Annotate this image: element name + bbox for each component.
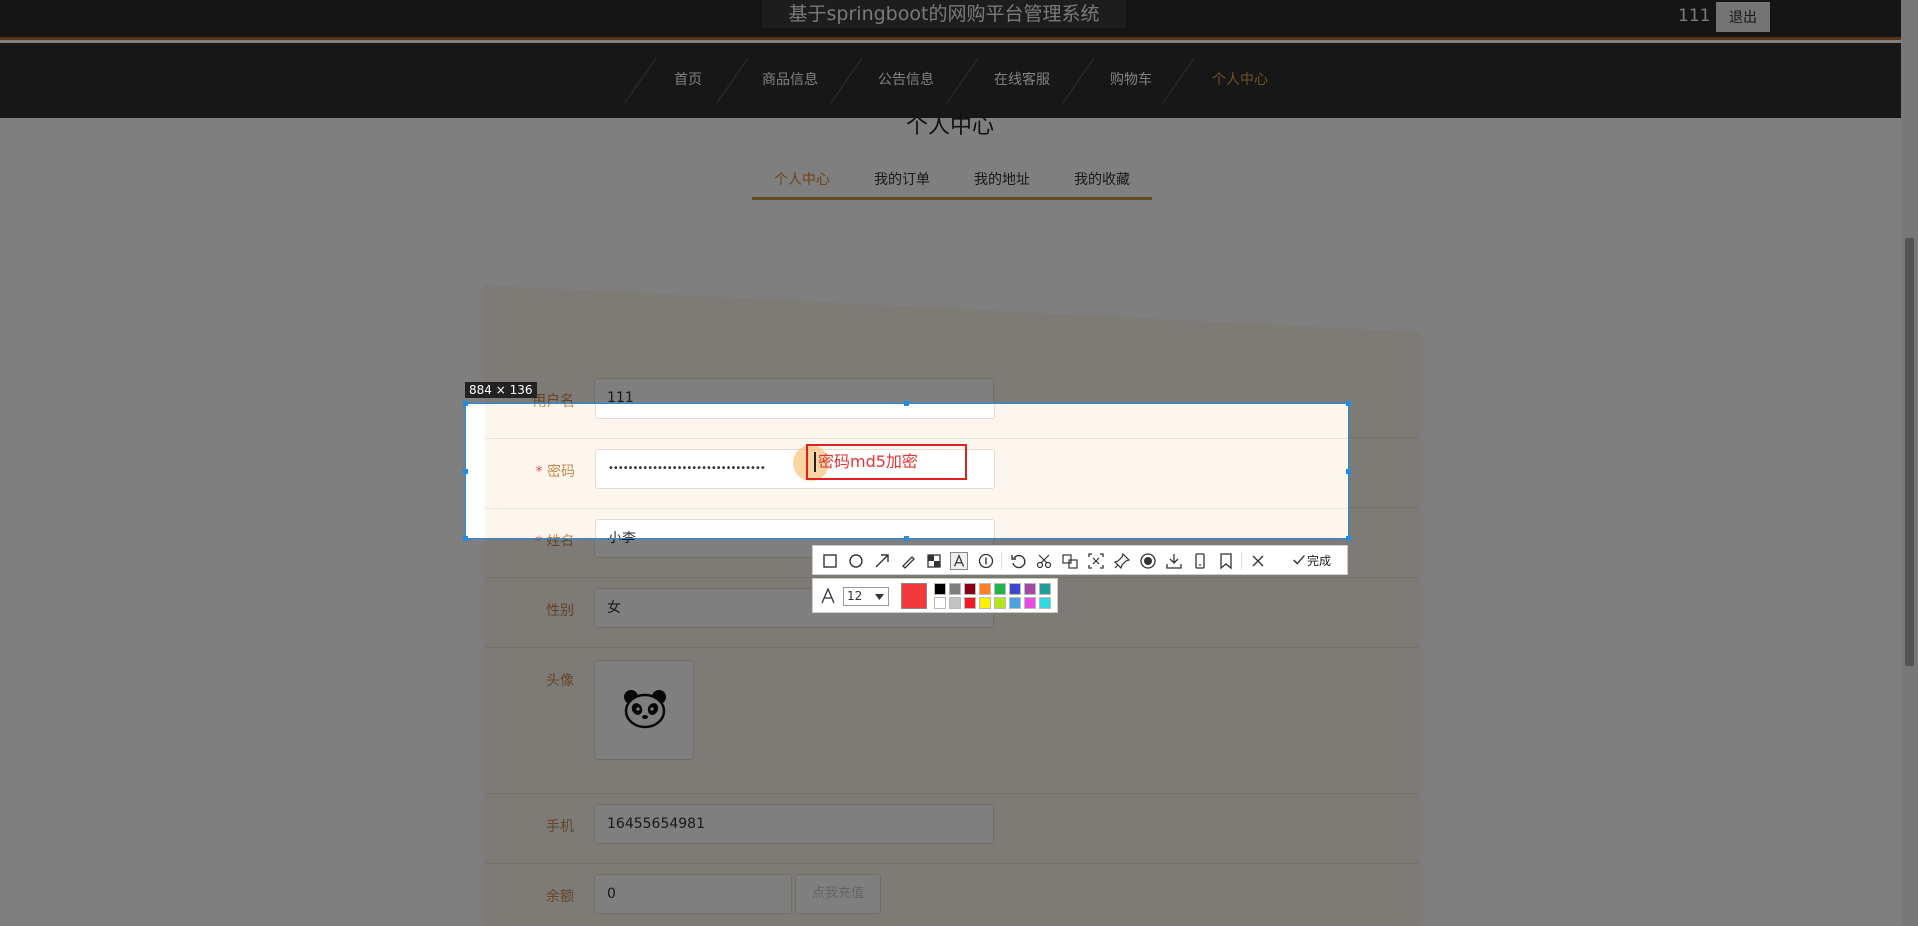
color-swatch[interactable] — [979, 597, 991, 609]
profile-tabs: 个人中心 我的订单 我的地址 我的收藏 — [752, 160, 1152, 200]
top-bar: 基于springboot的网购平台管理系统 111 退出 — [0, 0, 1901, 40]
required-mark: * — [536, 534, 543, 538]
color-swatch[interactable] — [964, 597, 976, 609]
font-icon — [821, 587, 835, 604]
username-field: 111 — [595, 404, 995, 419]
resize-handle[interactable] — [463, 536, 468, 541]
section-title: 个人中心 — [905, 114, 994, 139]
ocr-icon[interactable] — [1087, 552, 1105, 570]
color-swatch[interactable] — [994, 597, 1006, 609]
panda-avatar-icon — [624, 690, 666, 729]
tab-profile[interactable]: 个人中心 — [774, 169, 830, 189]
translate-icon[interactable] — [1061, 552, 1079, 570]
color-swatch[interactable] — [949, 597, 961, 609]
check-icon — [1293, 555, 1305, 565]
resize-handle[interactable] — [1346, 401, 1351, 406]
phone-save-icon[interactable] — [1191, 552, 1209, 570]
close-icon[interactable] — [1249, 552, 1267, 570]
color-swatch[interactable] — [1009, 597, 1021, 609]
text-cursor-icon — [814, 452, 820, 472]
logout-button[interactable]: 退出 — [1716, 2, 1770, 32]
name-label-text: 姓名 — [547, 534, 575, 538]
site-title: 基于springboot的网购平台管理系统 — [762, 0, 1126, 28]
phone-label: 手机 — [546, 819, 574, 835]
resize-handle[interactable] — [904, 401, 909, 406]
text-annotation[interactable]: 密码md5加密 — [806, 444, 967, 480]
number-icon[interactable] — [977, 552, 995, 570]
phone-field[interactable]: 16455654981 — [594, 804, 994, 844]
pin-icon[interactable] — [1113, 552, 1131, 570]
resize-handle[interactable] — [904, 536, 909, 541]
screenshot-toolbar: 完成 — [812, 545, 1348, 575]
resize-handle[interactable] — [463, 469, 468, 474]
tab-favorites[interactable]: 我的收藏 — [1074, 169, 1130, 189]
nav-item-cart[interactable]: 购物车 — [1110, 43, 1152, 118]
bookmark-icon[interactable] — [1217, 552, 1235, 570]
download-icon[interactable] — [1165, 552, 1183, 570]
resize-handle[interactable] — [1346, 536, 1351, 541]
cut-icon[interactable] — [1035, 552, 1053, 570]
recharge-button[interactable]: 点我充值 — [795, 874, 881, 914]
color-swatch[interactable] — [1009, 583, 1021, 595]
current-username: 111 — [1678, 6, 1711, 26]
nav-divider — [946, 57, 979, 104]
name-label: * 姓名 — [485, 531, 575, 538]
page-scrollbar[interactable] — [1901, 0, 1918, 926]
avatar-upload[interactable] — [594, 660, 694, 760]
color-swatch[interactable] — [1024, 583, 1036, 595]
tab-orders[interactable]: 我的订单 — [874, 169, 930, 189]
nav-divider — [1062, 57, 1095, 104]
current-color-swatch[interactable] — [901, 583, 927, 609]
nav-divider — [830, 57, 863, 104]
rectangle-icon[interactable] — [821, 552, 839, 570]
avatar-label: 头像 — [546, 673, 574, 689]
color-swatch[interactable] — [1039, 597, 1051, 609]
required-mark: * — [535, 464, 543, 480]
color-swatch[interactable] — [964, 583, 976, 595]
nav-item-home[interactable]: 首页 — [674, 43, 702, 118]
done-label: 完成 — [1307, 554, 1332, 568]
done-button[interactable]: 完成 — [1291, 552, 1331, 570]
text-style-bar: 12 — [812, 578, 1058, 613]
scrollbar-thumb[interactable] — [1905, 238, 1914, 666]
undo-icon[interactable] — [1009, 552, 1027, 570]
color-swatch[interactable] — [994, 583, 1006, 595]
record-icon[interactable] — [1139, 552, 1157, 570]
color-swatch[interactable] — [934, 583, 946, 595]
pen-icon[interactable] — [899, 552, 917, 570]
resize-handle[interactable] — [463, 401, 468, 406]
balance-field[interactable]: 0 — [594, 874, 792, 914]
font-size-select[interactable]: 12 — [843, 587, 889, 606]
nav-item-profile[interactable]: 个人中心 — [1212, 43, 1268, 118]
nav-item-products[interactable]: 商品信息 — [762, 43, 818, 118]
nav-item-notices[interactable]: 公告信息 — [878, 43, 934, 118]
name-field: 小李 — [595, 519, 995, 538]
password-label-text: 密码 — [547, 464, 575, 480]
nav-divider — [716, 57, 749, 104]
selection-size-badge: 884 × 136 — [465, 382, 537, 398]
arrow-icon[interactable] — [873, 552, 891, 570]
balance-label: 余额 — [546, 889, 574, 905]
username-label: 用户名 — [485, 404, 575, 411]
nav-divider — [624, 57, 657, 104]
color-swatch[interactable] — [949, 583, 961, 595]
color-swatch[interactable] — [934, 597, 946, 609]
chevron-down-icon — [875, 594, 884, 600]
gender-label: 性别 — [546, 603, 574, 619]
color-swatch[interactable] — [979, 583, 991, 595]
color-swatch[interactable] — [1024, 597, 1036, 609]
font-size-value: 12 — [847, 589, 863, 603]
toolbar-divider — [1241, 552, 1242, 570]
resize-handle[interactable] — [1346, 469, 1351, 474]
text-icon[interactable] — [950, 552, 968, 570]
nav-divider — [1162, 57, 1195, 104]
password-label: * 密码 — [485, 461, 575, 481]
tab-addresses[interactable]: 我的地址 — [974, 169, 1030, 189]
ellipse-icon[interactable] — [847, 552, 865, 570]
main-nav: 首页 商品信息 公告信息 在线客服 购物车 个人中心 — [0, 43, 1901, 118]
mosaic-icon[interactable] — [925, 552, 943, 570]
color-swatch[interactable] — [1039, 583, 1051, 595]
nav-item-support[interactable]: 在线客服 — [994, 43, 1050, 118]
toolbar-divider — [1001, 552, 1002, 570]
